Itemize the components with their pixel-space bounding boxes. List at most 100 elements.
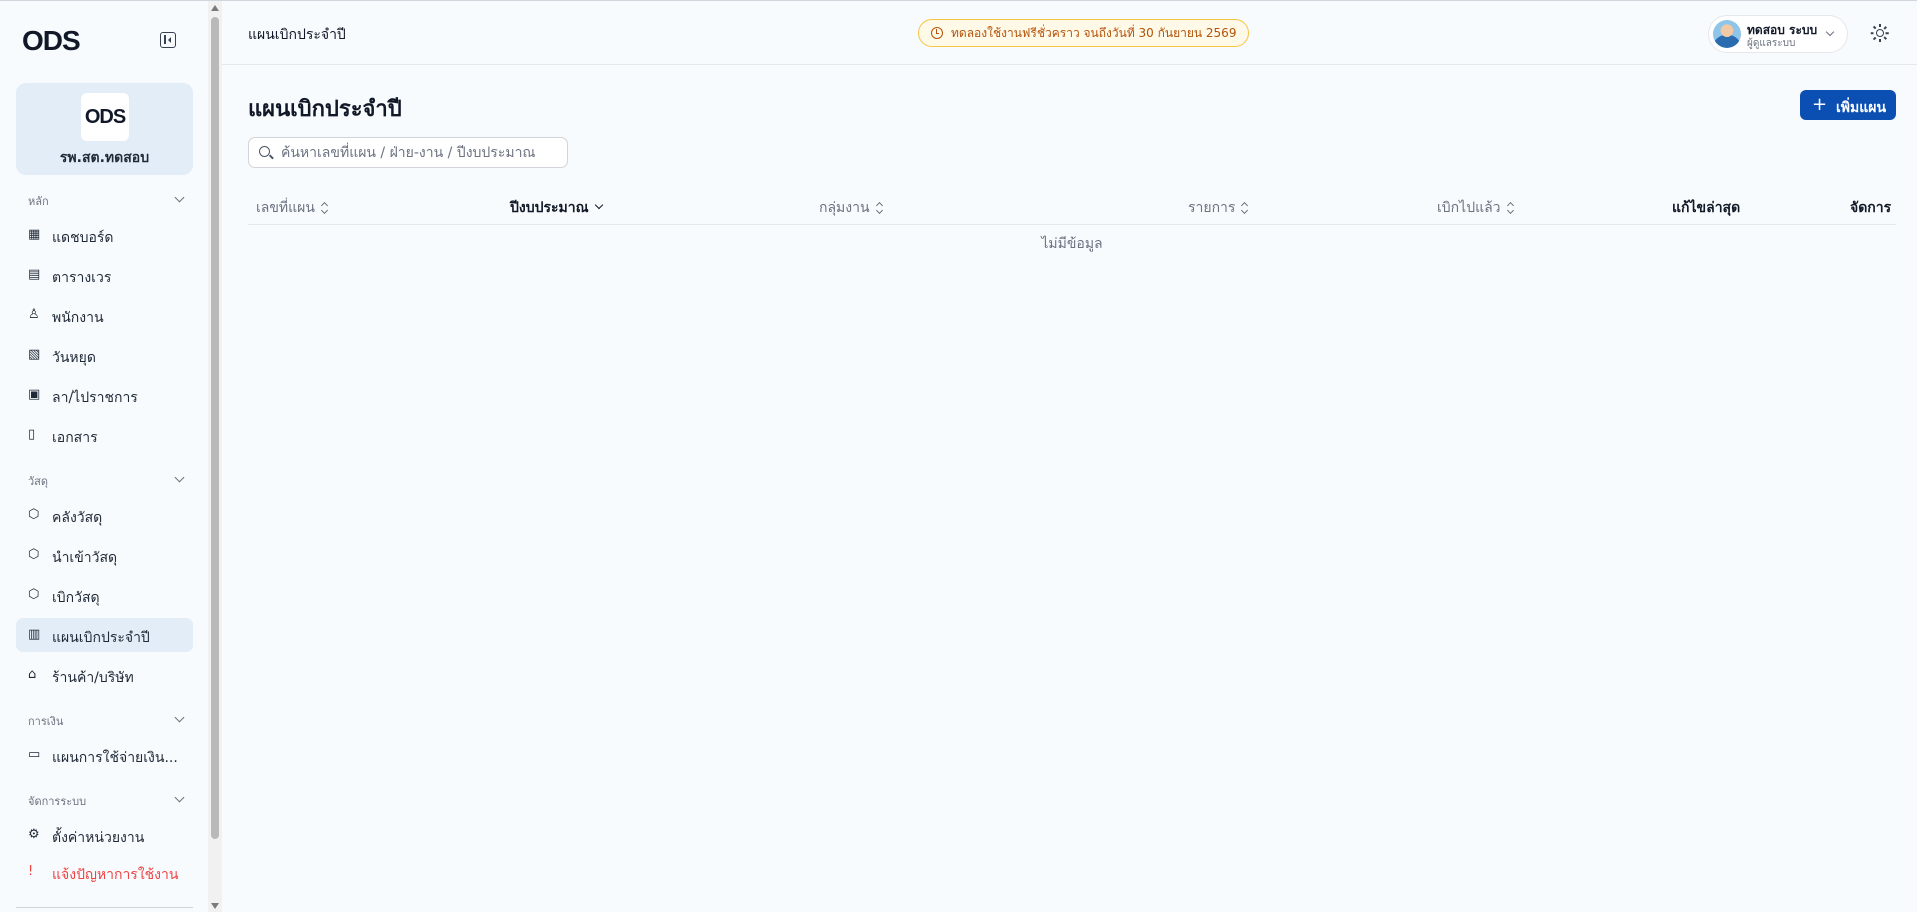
section-label: จัดการระบบ — [28, 795, 87, 808]
sidebar-item-annual-plan[interactable]: ▥ แผนเบิกประจำปี — [16, 618, 193, 652]
sun-core — [1876, 29, 1884, 37]
trial-notice-text: ทดลองใช้งานฟรีชั่วคราว จนถึงวันที่ 30 กั… — [951, 26, 1237, 40]
column-label: จัดการ — [1850, 200, 1892, 216]
alert-message-icon: ! — [28, 864, 34, 879]
org-name: รพ.สต.ทดสอบ — [59, 150, 150, 166]
column-items[interactable]: รายการ — [1188, 197, 1249, 219]
sort-icon — [876, 202, 884, 214]
plus-icon: + — [1812, 94, 1828, 115]
sidebar-item-label: วันหยุด — [52, 350, 96, 366]
add-plan-button[interactable]: + เพิ่มแผน — [1800, 90, 1896, 120]
dashboard-icon: ▦ — [28, 227, 41, 242]
clock-icon — [931, 27, 943, 39]
gear-icon: ⚙ — [28, 827, 40, 842]
search-box — [248, 137, 568, 168]
sidebar-item-label: ตารางเวร — [52, 270, 112, 286]
sidebar-scrollbar[interactable] — [208, 1, 222, 912]
sidebar-item-staff[interactable]: ♙ พนักงาน — [16, 298, 193, 332]
sidebar-item-label: เบิกวัสดุ — [52, 590, 100, 606]
empty-state: ไม่มีข้อมูล — [1041, 236, 1103, 252]
sidebar-collapse-icon[interactable] — [160, 32, 176, 48]
sidebar-item-label: พนักงาน — [52, 310, 104, 326]
column-label: กลุ่มงาน — [819, 200, 870, 216]
trial-badge: ทดลองใช้งานฟรีชั่วคราว จนถึงวันที่ 30 กั… — [918, 19, 1250, 47]
divider — [16, 907, 193, 908]
sort-icon — [1241, 202, 1249, 214]
clipboard-icon: ▥ — [28, 627, 41, 642]
column-plan-number[interactable]: เลขที่แผน — [256, 197, 329, 219]
column-label: ปีงบประมาณ — [510, 200, 589, 216]
sidebar-item-schedule[interactable]: ▤ ตารางเวร — [16, 258, 193, 292]
column-label: เบิกไปแล้ว — [1437, 200, 1501, 216]
user-menu[interactable]: ทดสอบ ระบบ ผู้ดูแลระบบ — [1708, 15, 1848, 53]
page-title: แผนเบิกประจำปี — [248, 97, 402, 122]
sidebar-item-label: เอกสาร — [52, 430, 98, 446]
sidebar-item-label: แจ้งปัญหาการใช้งาน — [52, 867, 179, 883]
calendar-icon: ▤ — [28, 267, 41, 282]
section-main[interactable]: หลัก — [28, 192, 185, 210]
package-out-icon: ⬡ — [28, 587, 40, 602]
calendar-off-icon: ▧ — [28, 347, 41, 362]
column-fiscal-year[interactable]: ปีงบประมาณ — [510, 197, 603, 219]
file-icon: ▯ — [28, 427, 36, 442]
sidebar-item-documents[interactable]: ▯ เอกสาร — [16, 418, 193, 452]
search-icon — [259, 146, 270, 157]
org-logo: ODS — [81, 93, 129, 141]
sidebar-item-report-issue[interactable]: ! แจ้งปัญหาการใช้งาน — [16, 855, 193, 889]
chevron-down-icon — [174, 792, 185, 803]
sidebar-item-label: ลา/ไปราชการ — [52, 390, 138, 406]
sidebar: ODS ODS รพ.สต.ทดสอบ หลัก ▦ แดชบอร์ด ▤ ตา… — [0, 1, 208, 912]
sidebar-item-spending-plan[interactable]: ▭ แผนการใช้จ่ายเงิน... — [16, 738, 193, 772]
sidebar-item-label: ตั้งค่าหน่วยงาน — [52, 830, 145, 846]
sidebar-item-vendors[interactable]: ⌂ ร้านค้า/บริษัท — [16, 658, 193, 692]
sidebar-item-dashboard[interactable]: ▦ แดชบอร์ด — [16, 218, 193, 252]
scroll-thumb[interactable] — [211, 17, 219, 839]
topbar: แผนเบิกประจำปี ทดลองใช้งานฟรีชั่วคราว จน… — [222, 1, 1917, 65]
package-icon: ⬡ — [28, 507, 40, 522]
column-withdrawn[interactable]: เบิกไปแล้ว — [1437, 197, 1515, 219]
package-plus-icon: ⬡ — [28, 547, 40, 562]
section-finance[interactable]: การเงิน — [28, 712, 185, 730]
user-role: ผู้ดูแลระบบ — [1747, 38, 1796, 49]
column-actions: จัดการ — [1850, 197, 1891, 219]
avatar — [1713, 20, 1741, 48]
sidebar-item-leave[interactable]: ▣ ลา/ไปราชการ — [16, 378, 193, 412]
sidebar-item-label: แดชบอร์ด — [52, 230, 114, 246]
chevron-down-icon — [174, 712, 185, 723]
section-label: วัสดุ — [28, 475, 49, 488]
column-work-group[interactable]: กลุ่มงาน — [819, 197, 884, 219]
section-admin[interactable]: จัดการระบบ — [28, 792, 185, 810]
scroll-up-icon[interactable] — [211, 5, 219, 11]
column-label: แก้ไขล่าสุด — [1672, 200, 1741, 216]
sidebar-item-holidays[interactable]: ▧ วันหยุด — [16, 338, 193, 372]
chevron-down-icon — [174, 192, 185, 203]
table-header: เลขที่แผน ปีงบประมาณ กลุ่มงาน รายการ เบิ… — [248, 189, 1896, 225]
sidebar-item-label: นำเข้าวัสดุ — [52, 550, 118, 566]
column-label: เลขที่แผน — [256, 200, 315, 216]
sidebar-item-label: แผนเบิกประจำปี — [52, 630, 150, 646]
breadcrumb: แผนเบิกประจำปี — [248, 27, 346, 43]
calendar-x-icon: ▣ — [28, 387, 41, 402]
sidebar-item-inventory[interactable]: ⬡ คลังวัสดุ — [16, 498, 193, 532]
users-icon: ♙ — [28, 307, 40, 322]
sidebar-item-org-settings[interactable]: ⚙ ตั้งค่าหน่วยงาน — [16, 818, 193, 852]
section-label: หลัก — [28, 195, 49, 208]
theme-toggle-sun-icon[interactable] — [1870, 23, 1890, 43]
scroll-down-icon[interactable] — [211, 903, 219, 909]
column-label: รายการ — [1188, 200, 1236, 216]
store-icon: ⌂ — [28, 667, 37, 682]
sidebar-item-label: แผนการใช้จ่ายเงิน... — [52, 750, 178, 766]
brand: ODS — [22, 25, 192, 59]
chevron-down-icon — [174, 472, 185, 483]
chevron-down-icon — [595, 202, 603, 210]
search-input[interactable] — [281, 138, 561, 167]
wallet-icon: ▭ — [28, 747, 41, 762]
sidebar-item-label: คลังวัสดุ — [52, 510, 103, 526]
org-card[interactable]: ODS รพ.สต.ทดสอบ — [16, 83, 193, 175]
sidebar-item-import-supplies[interactable]: ⬡ นำเข้าวัสดุ — [16, 538, 193, 572]
column-last-modified: แก้ไขล่าสุด — [1672, 197, 1740, 219]
sort-icon — [1507, 202, 1515, 214]
sidebar-item-withdraw-supplies[interactable]: ⬡ เบิกวัสดุ — [16, 578, 193, 612]
section-supplies[interactable]: วัสดุ — [28, 472, 185, 490]
section-label: การเงิน — [28, 715, 64, 728]
